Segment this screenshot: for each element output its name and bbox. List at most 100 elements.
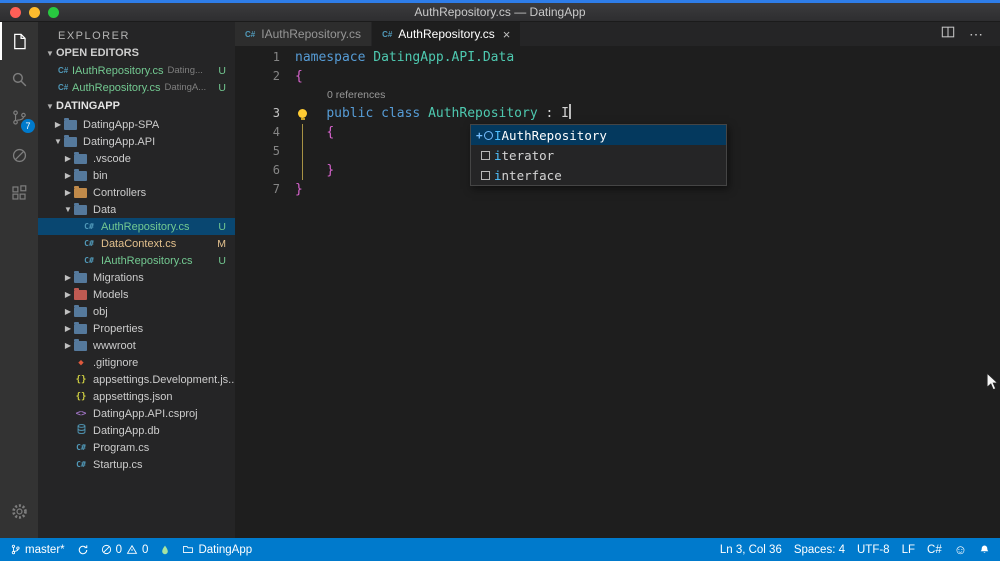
item-name: DatingApp.API [83, 135, 156, 148]
folder-root-header[interactable]: ▼ DATINGAPP [38, 96, 235, 116]
split-editor-icon[interactable] [941, 25, 955, 44]
more-actions-icon[interactable]: ⋯ [969, 26, 984, 43]
intellisense-popup: IAuthRepository iterator interface [470, 124, 727, 186]
folder-open-icon [64, 134, 77, 147]
titlebar: AuthRepository.cs — DatingApp [0, 0, 1000, 22]
code-editor[interactable]: 1 namespace DatingApp.API.Data 2{0 referen… [235, 46, 1000, 538]
search-icon[interactable] [0, 60, 38, 98]
tree-folder-vscode[interactable]: ▶ .vscode [38, 150, 235, 167]
feedback-smiley-icon[interactable]: ☺ [954, 543, 967, 556]
tab-label: IAuthRepository.cs [261, 27, 362, 41]
eol-indicator[interactable]: LF [902, 544, 915, 556]
tree-file-datingapp-api-csproj[interactable]: <> DatingApp.API.csproj [38, 405, 235, 422]
suggestion-iterator[interactable]: iterator [471, 145, 726, 165]
lightbulb-icon[interactable] [298, 109, 307, 120]
extensions-icon[interactable] [0, 174, 38, 212]
folder-icon [74, 168, 87, 181]
cursor-position[interactable]: Ln 3, Col 36 [720, 544, 782, 556]
tree-folder-controllers[interactable]: ▶ Controllers [38, 184, 235, 201]
scm-badge: 7 [21, 119, 35, 133]
settings-gear-icon[interactable] [0, 492, 38, 530]
minimize-window-button[interactable] [29, 7, 40, 18]
git-status-badge: U [218, 254, 226, 267]
csharp-file-icon: C# [58, 66, 69, 75]
tree-file-datingapp-db[interactable]: DatingApp.db [38, 422, 235, 439]
problems-indicator[interactable]: 0 0 [101, 543, 149, 556]
debug-icon[interactable] [0, 136, 38, 174]
line-number: 1 [272, 50, 280, 64]
item-name: IAuthRepository.cs [101, 254, 193, 267]
root-folder-label: DATINGAPP [56, 100, 120, 112]
tree-folder-properties[interactable]: ▶ Properties [38, 320, 235, 337]
close-icon[interactable]: × [503, 28, 511, 41]
file-name: AuthRepository.cs [72, 81, 161, 94]
flame-indicator[interactable] [160, 544, 170, 556]
file-detail: Dating... [167, 65, 203, 76]
tree-folder-obj[interactable]: ▶ obj [38, 303, 235, 320]
warning-count: 0 [142, 543, 149, 556]
git-branch-indicator[interactable]: master* [10, 543, 65, 556]
item-name: AuthRepository.cs [101, 220, 190, 233]
suggestion-interface[interactable]: interface [471, 165, 726, 185]
chevron-right-icon: ▶ [64, 188, 72, 197]
source-control-icon[interactable]: 7 [0, 98, 38, 136]
suggestion-label: iterator [494, 147, 555, 163]
folder-icon [74, 287, 87, 300]
project-name: DatingApp [198, 543, 253, 556]
tab-iauthrepository-cs[interactable]: C# IAuthRepository.cs [235, 22, 373, 46]
tree-file-appsettings-json[interactable]: {} appsettings.json [38, 388, 235, 405]
tree-folder-models[interactable]: ▶ Models [38, 286, 235, 303]
close-window-button[interactable] [10, 7, 21, 18]
explorer-icon[interactable] [0, 22, 38, 60]
csharp-file-icon: C# [76, 443, 86, 452]
notifications-bell-icon[interactable] [979, 544, 990, 556]
tree-folder-data[interactable]: ▼ Data [38, 201, 235, 218]
tree-folder-datingapp-spa[interactable]: ▶ DatingApp-SPA [38, 116, 235, 133]
chevron-right-icon: ▶ [64, 171, 72, 180]
item-name: Models [93, 288, 129, 301]
line-number: 2 [272, 69, 280, 83]
activity-bar: 7 [0, 22, 38, 538]
folder-icon [74, 270, 87, 283]
open-editor-item-authrepository-cs[interactable]: C# AuthRepository.cs DatingA... U [38, 79, 235, 96]
project-indicator[interactable]: DatingApp [182, 544, 252, 556]
git-status-badge: U [218, 64, 226, 77]
tree-folder-migrations[interactable]: ▶ Migrations [38, 269, 235, 286]
tree-file-iauthrepository-cs[interactable]: C# IAuthRepository.cs U [38, 252, 235, 269]
indentation-indicator[interactable]: Spaces: 4 [794, 544, 845, 556]
suggestion-iauthrepository[interactable]: IAuthRepository [471, 125, 726, 145]
tree-folder-datingapp-api[interactable]: ▼ DatingApp.API [38, 133, 235, 150]
line-number: 3 [272, 106, 280, 120]
tab-authrepository-cs[interactable]: C# AuthRepository.cs × [372, 22, 522, 46]
item-name: Controllers [93, 186, 147, 199]
csharp-file-icon: C# [382, 29, 393, 39]
codelens-references[interactable]: 0 references [235, 86, 1000, 104]
folder-icon [74, 151, 87, 164]
open-editors-list: C# IAuthRepository.cs Dating... U C# AuthRepo… [38, 62, 235, 96]
tree-file-gitignore[interactable]: ◆ .gitignore [38, 354, 235, 371]
tree-folder-wwwroot[interactable]: ▶ wwwroot [38, 337, 235, 354]
flame-icon [162, 545, 169, 554]
open-editor-item-iauthrepository-cs[interactable]: C# IAuthRepository.cs Dating... U [38, 62, 235, 79]
tree-file-appsettings-development-js[interactable]: {} appsettings.Development.js... [38, 371, 235, 388]
window-controls [10, 7, 59, 18]
item-name: DatingApp.db [93, 424, 160, 437]
open-editors-header[interactable]: ▼ OPEN EDITORS [38, 44, 235, 62]
folder-icon [74, 338, 87, 351]
language-indicator[interactable]: C# [927, 544, 942, 556]
error-count: 0 [115, 543, 123, 556]
zoom-window-button[interactable] [48, 7, 59, 18]
item-name: obj [93, 305, 108, 318]
encoding-indicator[interactable]: UTF-8 [857, 544, 890, 556]
branch-name: master* [25, 543, 65, 556]
tree-file-authrepository-cs[interactable]: C# AuthRepository.cs U [38, 218, 235, 235]
tree-file-datacontext-cs[interactable]: C# DataContext.cs M [38, 235, 235, 252]
git-status-badge: M [217, 237, 226, 250]
code-text: public class AuthRepository : I [326, 104, 571, 121]
tree-folder-bin[interactable]: ▶ bin [38, 167, 235, 184]
tree-file-program-cs[interactable]: C# Program.cs [38, 439, 235, 456]
code-text: { [295, 69, 303, 84]
sync-button[interactable] [77, 544, 89, 556]
folder-icon [74, 321, 87, 334]
tree-file-startup-cs[interactable]: C# Startup.cs [38, 456, 235, 473]
